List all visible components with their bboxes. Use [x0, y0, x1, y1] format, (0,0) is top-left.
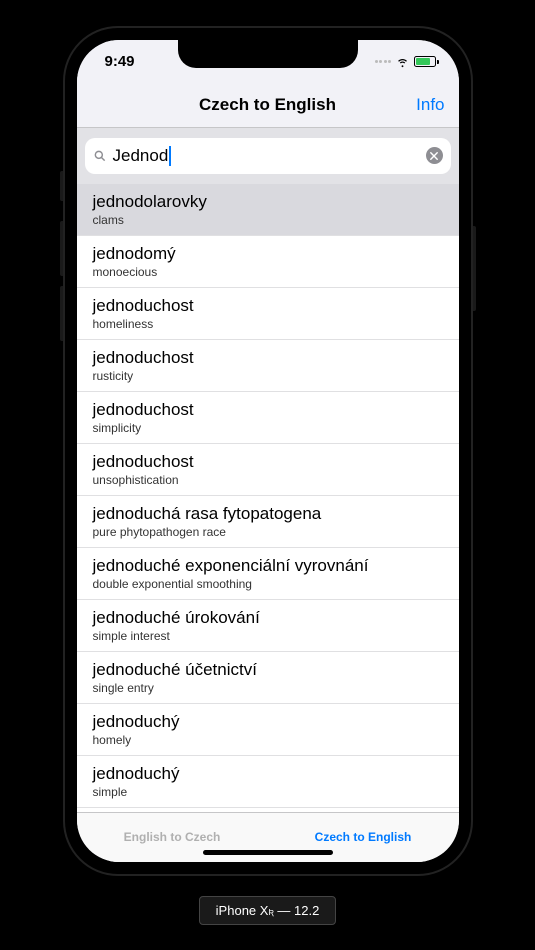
silent-switch: [60, 171, 63, 201]
list-item[interactable]: jednoduché exponenciální vyrovnánídouble…: [77, 548, 459, 600]
list-item[interactable]: jednoduchostsimplicity: [77, 392, 459, 444]
entry-czech: jednoduchost: [93, 348, 443, 368]
page-title: Czech to English: [199, 95, 336, 115]
device-os: 12.2: [294, 903, 319, 918]
wifi-icon: [395, 54, 410, 69]
entry-english: homely: [93, 733, 443, 747]
cellular-icon: [375, 60, 392, 63]
entry-czech: jednodolarovky: [93, 192, 443, 212]
info-button[interactable]: Info: [416, 95, 444, 115]
status-time: 9:49: [105, 53, 135, 70]
list-item[interactable]: jednoduché účetnictvísingle entry: [77, 652, 459, 704]
power-button: [473, 226, 476, 311]
navigation-bar: Czech to English Info: [77, 84, 459, 128]
search-text-value: Jednod: [113, 146, 169, 166]
clear-search-button[interactable]: [426, 147, 443, 164]
close-icon: [430, 152, 438, 160]
screen: 9:49 Czech to English Info Jednod: [77, 40, 459, 862]
status-icons: [375, 54, 439, 69]
list-item[interactable]: jednodomýmonoecious: [77, 236, 459, 288]
search-container: Jednod: [77, 128, 459, 184]
search-input[interactable]: Jednod: [85, 138, 451, 174]
list-item[interactable]: jednoduché úrokovánísimple interest: [77, 600, 459, 652]
device-label: iPhone Xʀ — 12.2: [199, 896, 337, 925]
list-item[interactable]: jednoduchýhomely: [77, 704, 459, 756]
battery-icon: [414, 56, 439, 67]
entry-english: double exponential smoothing: [93, 577, 443, 591]
entry-english: pure phytopathogen race: [93, 525, 443, 539]
entry-czech: jednoduchost: [93, 296, 443, 316]
list-item[interactable]: jednoduchostrusticity: [77, 340, 459, 392]
entry-english: clams: [93, 213, 443, 227]
volume-up-button: [60, 221, 63, 276]
entry-english: homeliness: [93, 317, 443, 331]
entry-czech: jednoduché exponenciální vyrovnání: [93, 556, 443, 576]
entry-english: simple: [93, 785, 443, 799]
search-value: Jednod: [113, 146, 420, 166]
entry-czech: jednoduchý: [93, 764, 443, 784]
volume-down-button: [60, 286, 63, 341]
text-cursor: [169, 146, 171, 166]
entry-english: single entry: [93, 681, 443, 695]
entry-czech: jednoduchost: [93, 400, 443, 420]
device-sep: —: [274, 903, 294, 918]
search-icon: [93, 149, 107, 163]
list-item[interactable]: jednoduchá rasa fytopatogenapure phytopa…: [77, 496, 459, 548]
entry-czech: jednoduché účetnictví: [93, 660, 443, 680]
list-item[interactable]: jednoduchýsimple: [77, 756, 459, 808]
notch: [178, 40, 358, 68]
entry-czech: jednoduchost: [93, 452, 443, 472]
list-item[interactable]: jednoduchosthomeliness: [77, 288, 459, 340]
device-name: iPhone X: [216, 903, 269, 918]
entry-czech: jednodomý: [93, 244, 443, 264]
entry-czech: jednoduché úrokování: [93, 608, 443, 628]
entry-english: rusticity: [93, 369, 443, 383]
device-frame: 9:49 Czech to English Info Jednod: [63, 26, 473, 876]
entry-english: unsophistication: [93, 473, 443, 487]
results-list[interactable]: jednodolarovkyclamsjednodomýmonoeciousje…: [77, 184, 459, 812]
list-item[interactable]: jednodolarovkyclams: [77, 184, 459, 236]
entry-english: simplicity: [93, 421, 443, 435]
entry-czech: jednoduchá rasa fytopatogena: [93, 504, 443, 524]
entry-czech: jednoduchý: [93, 712, 443, 732]
entry-english: simple interest: [93, 629, 443, 643]
home-indicator[interactable]: [203, 850, 333, 855]
entry-english: monoecious: [93, 265, 443, 279]
list-item[interactable]: jednoduchostunsophistication: [77, 444, 459, 496]
